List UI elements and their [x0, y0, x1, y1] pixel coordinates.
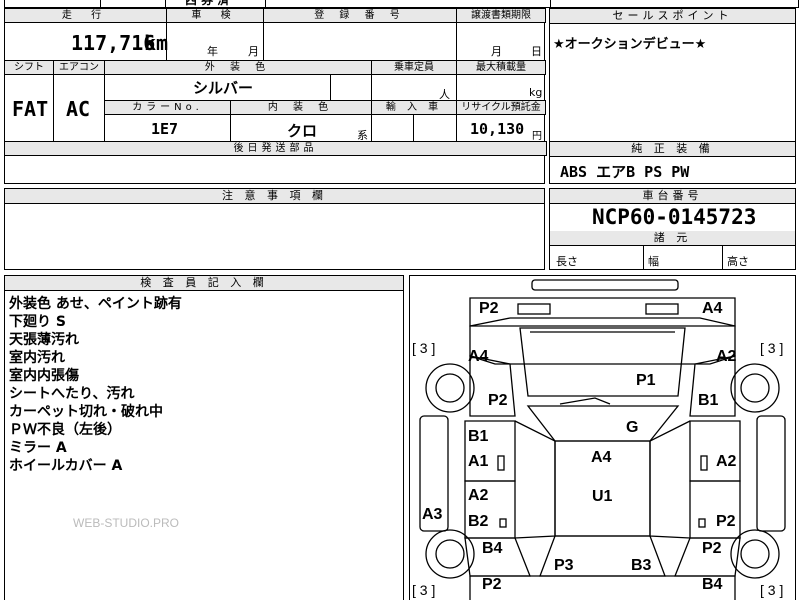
tread-rear-left: [ 3 ]	[412, 582, 436, 598]
caution-header: 注 意 事 項 欄	[5, 189, 544, 204]
mileage-header: 走 行	[4, 8, 167, 23]
inspector-notes: 外装色 あせ、ペイント跡有 下廻り S 天張薄汚れ 室内汚れ 室内内張傷 シート…	[9, 295, 182, 475]
inspector-box: 検 査 員 記 入 欄 外装色 あせ、ペイント跡有 下廻り S 天張薄汚れ 室内…	[4, 275, 404, 600]
damage-left-front-fender: A4	[468, 348, 489, 365]
exterior-color-value: シルバー	[193, 79, 254, 97]
damage-roof-lower: U1	[592, 488, 613, 505]
exterior-color-header: 外 装 色	[104, 60, 372, 75]
recycle-unit: 円	[532, 131, 542, 142]
shift-header: シフト	[4, 60, 54, 75]
note-item: ＰＷ不良（左後）	[9, 422, 121, 438]
dimension-width-label: 幅	[648, 255, 659, 268]
recycle-header: リサイクル預託金	[456, 100, 546, 115]
color-no-header: カラーNo.	[104, 100, 231, 115]
color-no-value: 1E7	[151, 120, 179, 138]
top-strip: 西 券 済	[4, 0, 799, 8]
car-diagram: [ 3 ] [ 3 ] [ 3 ] [ 3 ] P2 A4 A4 A2 P1 P…	[409, 275, 796, 600]
inspector-header: 検 査 員 記 入 欄	[5, 276, 403, 291]
inspection-year-unit: 年	[207, 45, 218, 58]
inspection-month-unit: 月	[248, 45, 259, 58]
damage-left-rear-door-lower: B2	[468, 513, 489, 530]
transfer-day-unit: 日	[531, 45, 542, 58]
shift-value: FAT	[12, 97, 49, 121]
dimensions-header: 諸 元	[550, 231, 795, 246]
interior-color-value: クロ	[287, 122, 318, 140]
transfer-header: 譲渡書類期限	[456, 8, 546, 23]
note-item: 下廻り S	[9, 314, 66, 330]
note-item: シートへたり、汚れ	[9, 386, 135, 402]
sales-point-header: セールスポイント	[550, 9, 795, 24]
later-parts-header: 後日発送部品	[4, 141, 547, 156]
note-item: 外装色 あせ、ペイント跡有	[9, 296, 182, 312]
damage-left-front-door-lower: A1	[468, 453, 489, 470]
damage-roof: A4	[591, 449, 612, 466]
chassis-value: NCP60-0145723	[592, 205, 757, 229]
note-item: 天張薄汚れ	[9, 332, 79, 348]
registration-header: 登 録 番 号	[263, 8, 457, 23]
mileage-unit: km	[144, 31, 169, 55]
inspection-header: 車 検	[166, 8, 264, 23]
aircon-header: エアコン	[53, 60, 105, 75]
note-item: カーペット切れ・破れ中	[9, 404, 163, 420]
damage-right-rear-door: P2	[716, 513, 736, 530]
top-strip-text: 西 券 済	[185, 0, 230, 7]
note-item: 室内内張傷	[9, 368, 79, 384]
watermark: WEB-STUDIO.PRO	[73, 516, 180, 530]
damage-windshield: G	[626, 419, 639, 436]
note-item: ホイールカバー A	[9, 458, 123, 474]
damage-right-fender-lower: B1	[698, 392, 719, 409]
max-load-header: 最大積載量	[456, 60, 546, 75]
dimension-length-label: 長さ	[556, 255, 578, 268]
caution-box: 注 意 事 項 欄	[4, 188, 545, 270]
damage-right-front-door-small: A2	[716, 453, 737, 470]
damage-left-rear-fender: B4	[482, 540, 503, 557]
recycle-value: 10,130	[470, 120, 525, 138]
note-item: 室内汚れ	[9, 350, 65, 366]
damage-left-fender-lower: P2	[488, 392, 508, 409]
damage-front-left-bumper: P2	[479, 300, 499, 317]
mileage-value: 117,716	[71, 31, 156, 55]
damage-rear-bumper-left: P2	[482, 576, 502, 593]
aircon-value: AC	[66, 97, 91, 121]
equipment-box: 純 正 装 備 ABS エアB PS PW	[549, 141, 796, 184]
tread-front-right: [ 3 ]	[760, 340, 784, 356]
damage-rear-right: B3	[631, 557, 652, 574]
chassis-header: 車台番号	[550, 189, 795, 204]
tread-front-left: [ 3 ]	[412, 340, 436, 356]
interior-color-header: 内 装 色	[230, 100, 372, 115]
note-item: ミラー A	[9, 440, 67, 456]
sales-point-text: ★オークションデビュー★	[553, 37, 707, 52]
chassis-box: 車台番号 NCP60-0145723 諸 元 長さ 幅 高さ	[549, 188, 796, 270]
sales-point-box: セールスポイント ★オークションデビュー★	[549, 8, 796, 142]
import-header: 輸 入 車	[371, 100, 457, 115]
dimension-height-label: 高さ	[727, 255, 749, 268]
vehicle-info-table: 走 行 車 検 登 録 番 号 譲渡書類期限 117,716 km 年 月 月 …	[4, 8, 547, 184]
damage-right-rear-fender: P2	[702, 540, 722, 557]
damage-right-front-fender: A2	[716, 348, 737, 365]
equipment-value: ABS エアB PS PW	[560, 163, 690, 181]
damage-left-sill: A3	[422, 506, 443, 523]
damage-left-rear-door-upper: A2	[468, 487, 489, 504]
damage-left-front-door-upper: B1	[468, 428, 489, 445]
max-load-unit: kg	[529, 86, 543, 99]
tread-rear-right: [ 3 ]	[760, 582, 784, 598]
damage-rear-left: P3	[554, 557, 574, 574]
equipment-header: 純 正 装 備	[550, 142, 795, 157]
transfer-month-unit: 月	[491, 45, 502, 58]
damage-rear-bumper-right: B4	[702, 576, 723, 593]
damage-hood: P1	[636, 372, 656, 389]
capacity-header: 乗車定員	[371, 60, 457, 75]
damage-front-right-bumper: A4	[702, 300, 723, 317]
